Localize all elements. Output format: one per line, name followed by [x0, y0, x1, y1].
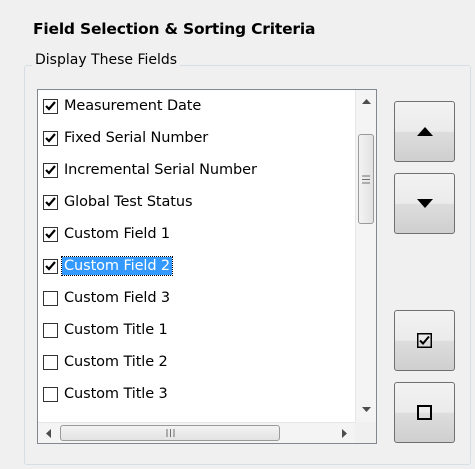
checkbox-checked[interactable]: [43, 258, 58, 274]
empty-box-icon: [417, 405, 432, 420]
list-item[interactable]: Incremental Serial Number: [38, 154, 356, 186]
move-up-button[interactable]: [394, 101, 455, 162]
list-item-label: Custom Title 2: [64, 354, 168, 370]
checkbox-checked[interactable]: [43, 130, 58, 146]
list-item[interactable]: Fixed Serial Number: [38, 122, 356, 154]
list-item[interactable]: Custom Title 3: [38, 378, 356, 410]
list-item-label: Global Test Status: [64, 194, 193, 210]
list-item-label: Custom Field 2: [60, 256, 174, 276]
list-item[interactable]: Custom Field 3: [38, 282, 356, 314]
check-all-button[interactable]: [394, 310, 455, 371]
triangle-up-icon: [416, 127, 433, 136]
list-item[interactable]: Custom Field 1: [38, 218, 356, 250]
list-item[interactable]: Custom Field 2: [38, 250, 356, 282]
list-item[interactable]: Custom Title 2: [38, 346, 356, 378]
checkbox-unchecked[interactable]: [43, 386, 58, 402]
scroll-down-arrow-icon[interactable]: [356, 400, 376, 420]
checkbox-unchecked[interactable]: [43, 322, 58, 338]
move-down-button[interactable]: [394, 173, 455, 234]
list-item-label: Custom Field 3: [64, 290, 171, 306]
page-title: Field Selection & Sorting Criteria: [33, 20, 316, 38]
scroll-left-arrow-icon[interactable]: [39, 423, 59, 443]
list-item[interactable]: Custom Title 1: [38, 314, 356, 346]
scrollbar-corner: [355, 422, 376, 443]
vertical-scrollbar[interactable]: [355, 90, 376, 422]
grip-icon: [166, 429, 174, 437]
list-item-label: Incremental Serial Number: [64, 162, 257, 178]
list-item[interactable]: Measurement Date: [38, 90, 356, 122]
vertical-scroll-thumb[interactable]: [358, 134, 374, 224]
checkbox-unchecked[interactable]: [43, 290, 58, 306]
fields-checklist[interactable]: Measurement Date Fixed Serial Number Incre…: [37, 89, 377, 444]
checkbox-checked[interactable]: [43, 98, 58, 114]
scroll-up-arrow-icon[interactable]: [356, 92, 376, 112]
checkbox-unchecked[interactable]: [43, 354, 58, 370]
fields-list: Measurement Date Fixed Serial Number Incre…: [38, 90, 356, 410]
checkbox-checked[interactable]: [43, 162, 58, 178]
horizontal-scroll-thumb[interactable]: [60, 425, 280, 441]
horizontal-scrollbar[interactable]: [38, 422, 356, 443]
checkbox-checked[interactable]: [43, 226, 58, 242]
scroll-right-arrow-icon[interactable]: [335, 423, 355, 443]
list-item-label: Custom Title 1: [64, 322, 168, 338]
list-item-label: Custom Field 1: [64, 226, 171, 242]
grip-icon: [362, 175, 370, 183]
triangle-down-icon: [416, 199, 433, 208]
uncheck-all-button[interactable]: [394, 382, 455, 443]
list-item-label: Measurement Date: [64, 98, 202, 114]
checked-box-icon: [417, 333, 432, 348]
groupbox-legend: Display These Fields: [32, 52, 181, 68]
checkbox-checked[interactable]: [43, 194, 58, 210]
list-item-label: Custom Title 3: [64, 386, 168, 402]
list-item[interactable]: Global Test Status: [38, 186, 356, 218]
list-item-label: Fixed Serial Number: [64, 130, 209, 146]
